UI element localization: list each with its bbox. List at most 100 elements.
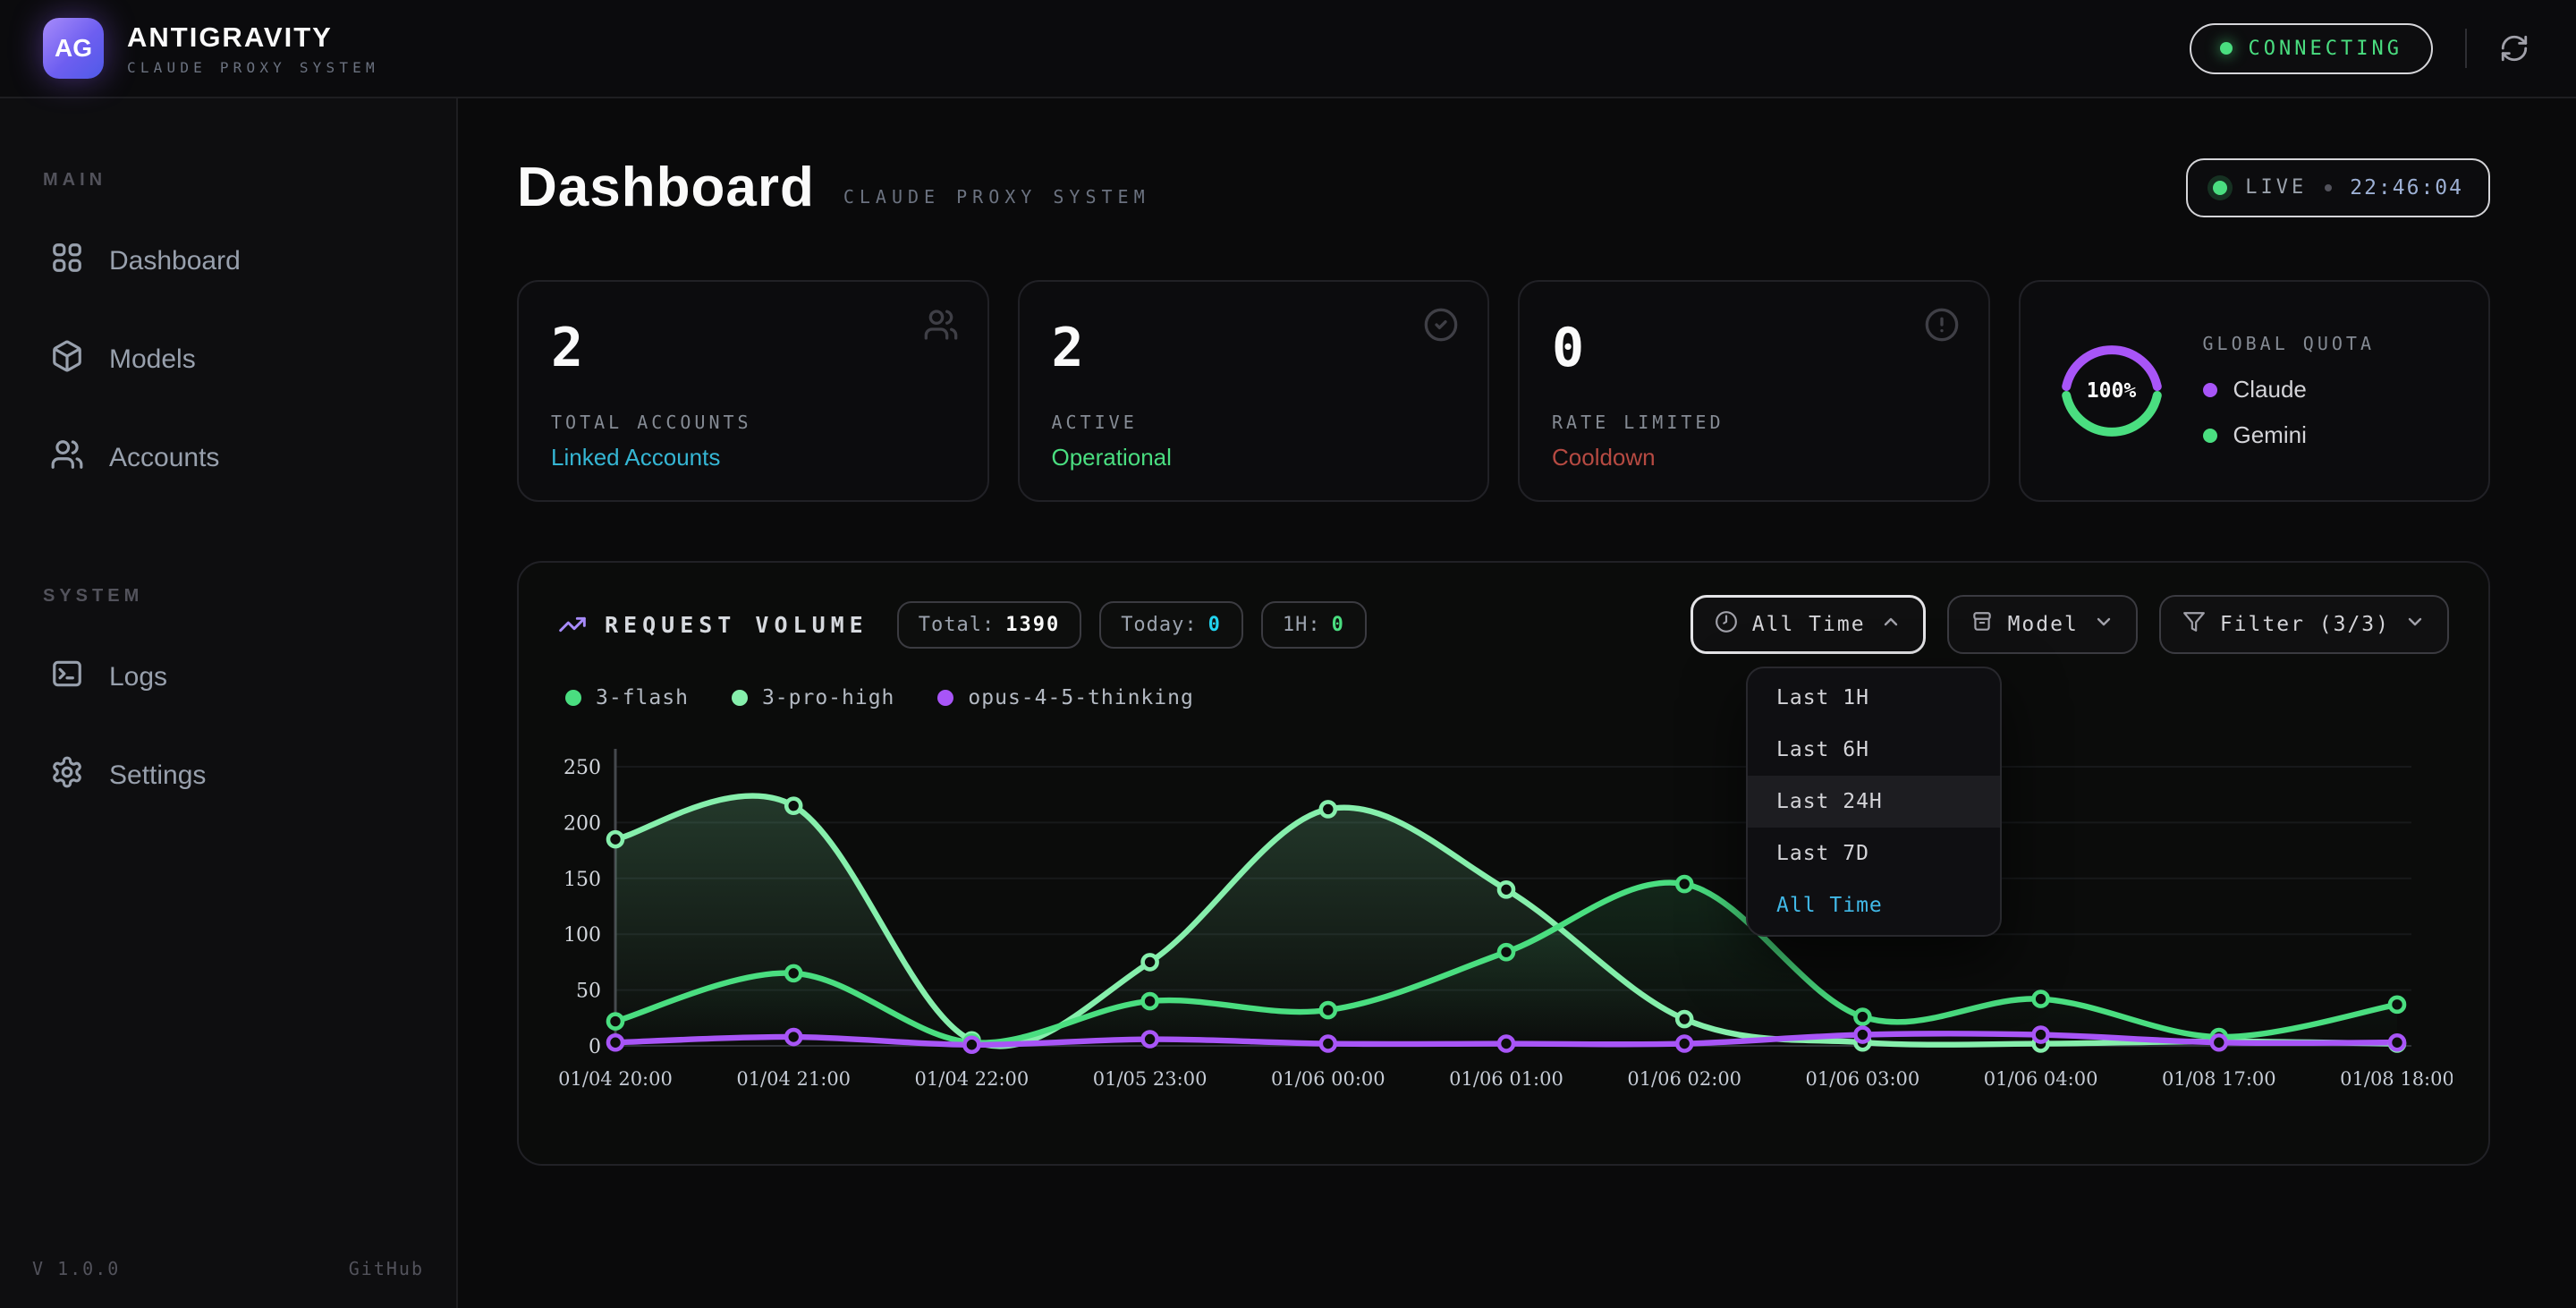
stat-value: 2	[551, 318, 955, 379]
claude-dot	[2203, 383, 2217, 397]
quota-percent: 100%	[2053, 332, 2171, 450]
sidebar-item-dashboard[interactable]: Dashboard	[32, 219, 424, 303]
app-subtitle: CLAUDE PROXY SYSTEM	[127, 59, 379, 76]
legend-dot	[565, 690, 581, 706]
svg-text:0: 0	[589, 1036, 601, 1058]
sidebar: MAIN Dashboard Models Accounts SYSTEM Lo…	[0, 98, 458, 1308]
svg-text:200: 200	[564, 812, 601, 835]
svg-text:01/05 23:00: 01/05 23:00	[1093, 1068, 1208, 1090]
stat-status: Linked Accounts	[551, 444, 955, 471]
clock-value: 22:46:04	[2350, 176, 2463, 200]
model-dropdown-button[interactable]: Model	[1947, 595, 2138, 654]
stat-status: Cooldown	[1552, 444, 1956, 471]
top-header: AG ANTIGRAVITY CLAUDE PROXY SYSTEM CONNE…	[0, 0, 2576, 98]
sidebar-item-label: Models	[109, 344, 196, 375]
stat-label: RATE LIMITED	[1552, 412, 1956, 433]
svg-text:100: 100	[564, 924, 601, 947]
menu-item-last-1h[interactable]: Last 1H	[1748, 672, 2000, 724]
quota-label: GLOBAL QUOTA	[2203, 333, 2376, 354]
trending-up-icon	[558, 610, 587, 639]
sidebar-item-label: Accounts	[109, 443, 219, 473]
stat-card-active: 2 ACTIVE Operational	[1018, 280, 1490, 502]
brand-block: ANTIGRAVITY CLAUDE PROXY SYSTEM	[127, 21, 379, 76]
page-subtitle: CLAUDE PROXY SYSTEM	[843, 186, 1150, 208]
sidebar-item-label: Settings	[109, 760, 206, 791]
legend-item-opus-4-5-thinking[interactable]: opus-4-5-thinking	[937, 686, 1193, 709]
version-label: V 1.0.0	[32, 1258, 120, 1279]
sidebar-item-label: Dashboard	[109, 246, 241, 276]
stat-label: TOTAL ACCOUNTS	[551, 412, 955, 433]
menu-item-last-24h[interactable]: Last 24H	[1748, 776, 2000, 828]
box-icon	[1970, 610, 1994, 639]
svg-text:50: 50	[576, 981, 601, 1003]
sidebar-section-system: SYSTEM	[43, 586, 424, 607]
funnel-icon	[2182, 610, 2206, 639]
menu-item-last-6h[interactable]: Last 6H	[1748, 724, 2000, 776]
svg-text:01/04 21:00: 01/04 21:00	[736, 1068, 851, 1090]
chart-legend: 3-flash 3-pro-high opus-4-5-thinking	[565, 686, 2449, 709]
quota-legend-gemini: Gemini	[2203, 421, 2376, 449]
page-title: Dashboard	[517, 156, 815, 219]
cube-icon	[50, 339, 84, 380]
legend-item-3-flash[interactable]: 3-flash	[565, 686, 689, 709]
sidebar-item-settings[interactable]: Settings	[32, 734, 424, 818]
separator-dot	[2325, 184, 2332, 191]
legend-dot	[937, 690, 953, 706]
svg-text:01/08 17:00: 01/08 17:00	[2162, 1068, 2276, 1090]
time-range-dropdown-button[interactable]: All Time	[1690, 595, 1926, 654]
stat-value: 2	[1052, 318, 1456, 379]
legend-dot	[732, 690, 748, 706]
app-logo: AG	[43, 18, 104, 79]
app-root: AG ANTIGRAVITY CLAUDE PROXY SYSTEM CONNE…	[0, 0, 2576, 1308]
chevron-down-icon	[2404, 611, 2426, 638]
users-icon	[923, 307, 959, 350]
svg-text:01/06 04:00: 01/06 04:00	[1984, 1068, 2098, 1090]
svg-text:01/08 18:00: 01/08 18:00	[2340, 1068, 2453, 1090]
grid-icon	[50, 241, 84, 282]
terminal-icon	[50, 657, 84, 698]
menu-item-last-7d[interactable]: Last 7D	[1748, 828, 2000, 879]
header-divider	[2465, 29, 2467, 68]
svg-text:250: 250	[564, 757, 601, 779]
time-range-dropdown-menu: Last 1HLast 6HLast 24HLast 7DAll Time	[1746, 667, 2002, 937]
sidebar-section-main: MAIN	[43, 170, 424, 191]
quota-ring: 100%	[2053, 332, 2171, 450]
github-link[interactable]: GitHub	[349, 1258, 424, 1279]
quota-legend-claude: Claude	[2203, 376, 2376, 403]
one-hour-badge: 1H:0	[1261, 601, 1367, 649]
svg-text:01/06 03:00: 01/06 03:00	[1806, 1068, 1920, 1090]
users-icon	[50, 437, 84, 479]
request-volume-panel: REQUEST VOLUME Total:1390 Today:0 1H:0 A…	[517, 561, 2490, 1166]
alert-circle-icon	[1924, 307, 1960, 350]
global-quota-card: 100% GLOBAL QUOTA Claude Gemini	[2019, 280, 2491, 502]
sidebar-item-logs[interactable]: Logs	[32, 635, 424, 719]
stat-value: 0	[1552, 318, 1956, 379]
sidebar-item-accounts[interactable]: Accounts	[32, 416, 424, 500]
chevron-down-icon	[2093, 611, 2114, 638]
check-circle-icon	[1423, 307, 1459, 350]
total-badge: Total:1390	[897, 601, 1081, 649]
chevron-up-icon	[1880, 611, 1902, 638]
refresh-icon[interactable]	[2499, 33, 2529, 64]
connection-status-badge: CONNECTING	[2190, 23, 2433, 74]
sidebar-item-models[interactable]: Models	[32, 318, 424, 402]
menu-item-all-time[interactable]: All Time	[1748, 879, 2000, 931]
connection-status-label: CONNECTING	[2249, 38, 2402, 60]
live-label: LIVE	[2245, 176, 2307, 199]
svg-text:01/04 22:00: 01/04 22:00	[915, 1068, 1030, 1090]
filter-dropdown-button[interactable]: Filter (3/3)	[2159, 595, 2449, 654]
sidebar-item-label: Logs	[109, 662, 167, 692]
today-badge: Today:0	[1099, 601, 1243, 649]
legend-item-3-pro-high[interactable]: 3-pro-high	[732, 686, 894, 709]
stat-label: ACTIVE	[1052, 412, 1456, 433]
gear-icon	[50, 755, 84, 796]
stat-card-total-accounts: 2 TOTAL ACCOUNTS Linked Accounts	[517, 280, 989, 502]
connection-dot	[2220, 42, 2233, 55]
app-title: ANTIGRAVITY	[127, 21, 379, 54]
live-dot	[2213, 181, 2227, 195]
gemini-dot	[2203, 429, 2217, 443]
main-content: Dashboard CLAUDE PROXY SYSTEM LIVE 22:46…	[458, 98, 2576, 1308]
stat-status: Operational	[1052, 444, 1456, 471]
request-volume-chart: 05010015020025001/04 20:0001/04 21:0001/…	[558, 731, 2453, 1110]
svg-text:01/06 02:00: 01/06 02:00	[1627, 1068, 1741, 1090]
